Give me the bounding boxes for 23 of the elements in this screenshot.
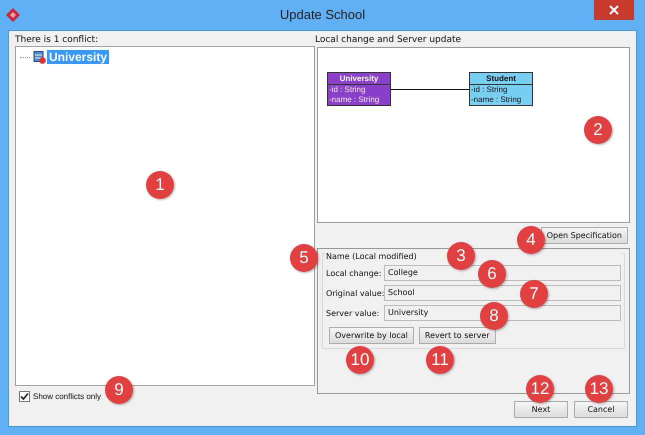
class-name: Student [470,73,532,85]
class-attribute: -name : String [328,95,380,105]
close-button[interactable] [594,0,634,20]
window-title: Update School [280,7,366,22]
conflict-summary: There is 1 conflict: [15,35,100,46]
class-attribute: -id : String [328,85,366,95]
field-label: Local change: [326,268,382,278]
class-attribute: -id : String [470,85,508,95]
action-button[interactable]: Overwrite by local [329,327,414,344]
dialog-button[interactable]: Cancel [574,401,628,418]
app-logo-icon [6,8,20,22]
field-label: Original value: [326,288,384,298]
close-icon [609,5,619,15]
open-specification-button[interactable]: Open Specification [540,227,628,244]
checkbox-label: Show conflicts only [33,392,102,401]
class-name: University [328,73,390,85]
field-label: Server value: [326,308,380,318]
dialog-button[interactable]: Next [514,401,568,418]
diagram-title: Local change and Server update [315,35,462,47]
checkbox[interactable] [19,391,30,402]
action-button[interactable]: Revert to server [418,327,496,344]
class-error-icon [33,50,46,64]
class-attribute: -name : String [470,95,522,105]
